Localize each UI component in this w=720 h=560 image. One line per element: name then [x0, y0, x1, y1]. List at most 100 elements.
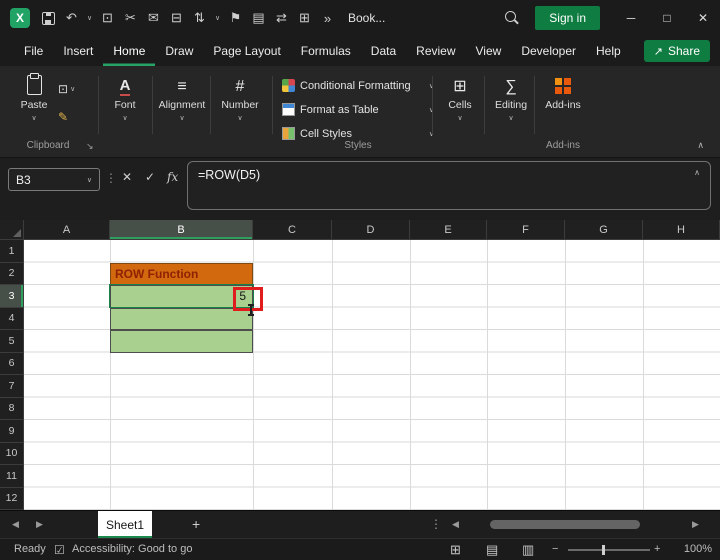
- hscroll-right-icon[interactable]: ▶: [692, 519, 699, 530]
- undo-icon[interactable]: ↶: [61, 7, 82, 29]
- email-icon[interactable]: ✉: [143, 7, 164, 29]
- cancel-icon[interactable]: ✕: [122, 170, 132, 184]
- tab-data[interactable]: Data: [361, 36, 406, 66]
- add-sheet-button[interactable]: +: [192, 516, 200, 532]
- zoom-slider[interactable]: [568, 549, 650, 551]
- column-header-g[interactable]: G: [565, 220, 643, 240]
- cells-label: Cells: [448, 99, 471, 111]
- column-header-f[interactable]: F: [487, 220, 565, 240]
- select-all-button[interactable]: [0, 220, 24, 240]
- prev-sheet-icon[interactable]: ◀: [12, 519, 19, 530]
- tab-developer[interactable]: Developer: [511, 36, 586, 66]
- sign-in-button[interactable]: Sign in: [535, 6, 600, 30]
- page-layout-view-icon[interactable]: ▤: [486, 542, 498, 558]
- column-header-c[interactable]: C: [253, 220, 332, 240]
- cut-icon[interactable]: ✂: [120, 7, 141, 29]
- flag-icon[interactable]: ⚑: [225, 7, 246, 29]
- tab-home[interactable]: Home: [103, 36, 155, 66]
- search-icon[interactable]: [499, 5, 525, 31]
- font-group-button[interactable]: A Font ∨: [104, 72, 146, 122]
- column-header-a[interactable]: A: [24, 220, 110, 240]
- next-sheet-icon[interactable]: ▶: [36, 519, 43, 530]
- formula-input[interactable]: =ROW(D5) ∧: [187, 161, 711, 210]
- row-header-5[interactable]: 5: [0, 330, 24, 353]
- accessibility-status[interactable]: Accessibility: Good to go: [72, 543, 192, 555]
- tab-view[interactable]: View: [466, 36, 512, 66]
- format-as-table-button[interactable]: Format as Table ∨: [282, 98, 434, 121]
- clipboard-dialog-launcher-icon[interactable]: ↘: [86, 141, 94, 152]
- maximize-button[interactable]: □: [650, 0, 684, 36]
- column-header-b[interactable]: B: [110, 220, 253, 240]
- sort-icon[interactable]: ⇅: [189, 7, 210, 29]
- tab-page-layout[interactable]: Page Layout: [203, 36, 290, 66]
- overflow-icon[interactable]: »: [317, 7, 338, 29]
- alignment-group-button[interactable]: ≡ Alignment ∨: [158, 72, 206, 122]
- row-header-2[interactable]: 2: [0, 263, 24, 286]
- row-header-11[interactable]: 11: [0, 465, 24, 488]
- cells-area[interactable]: ROW Function 5: [24, 240, 720, 510]
- hscroll-left-icon[interactable]: ◀: [452, 519, 459, 530]
- zoom-in-button[interactable]: +: [654, 543, 660, 555]
- zoom-out-button[interactable]: −: [552, 543, 558, 555]
- share-icon: ↗: [654, 45, 663, 58]
- cell-b4[interactable]: [110, 308, 253, 331]
- tab-help[interactable]: Help: [586, 36, 631, 66]
- row-header-8[interactable]: 8: [0, 398, 24, 421]
- column-header-d[interactable]: D: [332, 220, 410, 240]
- row-header-10[interactable]: 10: [0, 443, 24, 466]
- collapse-ribbon-icon[interactable]: ∧: [697, 140, 704, 151]
- row-header-7[interactable]: 7: [0, 375, 24, 398]
- format-painter-button[interactable]: ✎: [58, 110, 68, 124]
- group-separator: [98, 76, 99, 134]
- excel-window: X ↶ ∨ ⊡ ✂ ✉ ⊟ ⇅ ∨ ⚑ ▤ ⇄ ⊞ » Book... Sign…: [0, 0, 720, 560]
- row-header-3[interactable]: 3: [0, 285, 24, 308]
- row-header-4[interactable]: 4: [0, 308, 24, 331]
- normal-view-icon[interactable]: ⊞: [450, 542, 461, 558]
- column-header-h[interactable]: H: [643, 220, 720, 240]
- sheet-tab-sheet1[interactable]: Sheet1: [98, 511, 152, 538]
- horizontal-scrollbar-thumb[interactable]: [490, 520, 640, 529]
- table-icon[interactable]: ⊞: [294, 7, 315, 29]
- save-button[interactable]: [38, 7, 59, 29]
- row-header-6[interactable]: 6: [0, 353, 24, 376]
- accessibility-check-icon[interactable]: ☑: [54, 543, 65, 557]
- tab-review[interactable]: Review: [406, 36, 465, 66]
- cells-group-button[interactable]: ⊞ Cells ∨: [438, 72, 482, 122]
- page-break-view-icon[interactable]: ▥: [522, 542, 534, 558]
- horizontal-scrollbar[interactable]: [468, 520, 684, 530]
- row-header-1[interactable]: 1: [0, 240, 24, 263]
- formula-bar-collapse-icon[interactable]: ∧: [694, 168, 700, 177]
- cell-b5[interactable]: [110, 330, 253, 353]
- close-button[interactable]: ✕: [686, 0, 720, 36]
- minimize-button[interactable]: ─: [614, 0, 648, 36]
- conditional-formatting-button[interactable]: Conditional Formatting ∨: [282, 74, 434, 97]
- tabbar-more-icon[interactable]: ⋮: [430, 517, 442, 531]
- tab-draw[interactable]: Draw: [155, 36, 203, 66]
- tab-file[interactable]: File: [14, 36, 53, 66]
- paste-button[interactable]: Paste ∨: [12, 72, 56, 122]
- print-icon[interactable]: ⊟: [166, 7, 187, 29]
- enter-icon[interactable]: ✓: [145, 170, 155, 184]
- tab-formulas[interactable]: Formulas: [291, 36, 361, 66]
- row-header-9[interactable]: 9: [0, 420, 24, 443]
- tab-insert[interactable]: Insert: [53, 36, 103, 66]
- addins-button[interactable]: Add-ins: [538, 72, 588, 111]
- cell-b2[interactable]: ROW Function: [110, 263, 253, 286]
- sort-chevron-icon[interactable]: ∨: [212, 7, 223, 29]
- switch-windows-icon[interactable]: ⇄: [271, 7, 292, 29]
- editing-group-button[interactable]: ∑ Editing ∨: [488, 72, 534, 122]
- zoom-level[interactable]: 100%: [674, 543, 712, 555]
- copy-button[interactable]: ⊡ ∨: [58, 82, 75, 96]
- undo-chevron-icon[interactable]: ∨: [84, 7, 95, 29]
- name-box[interactable]: B3 ∨: [8, 168, 100, 191]
- insert-function-icon[interactable]: fx: [167, 170, 178, 184]
- zoom-slider-thumb[interactable]: [602, 545, 605, 555]
- row-header-12[interactable]: 12: [0, 488, 24, 511]
- share-button[interactable]: ↗ Share: [644, 40, 710, 62]
- column-header-e[interactable]: E: [410, 220, 487, 240]
- copy-icon[interactable]: ⊡: [97, 7, 118, 29]
- format-as-table-label: Format as Table: [300, 104, 379, 116]
- new-document-icon[interactable]: ▤: [248, 7, 269, 29]
- number-group-button[interactable]: # Number ∨: [216, 72, 264, 122]
- addins-icon: [555, 72, 571, 96]
